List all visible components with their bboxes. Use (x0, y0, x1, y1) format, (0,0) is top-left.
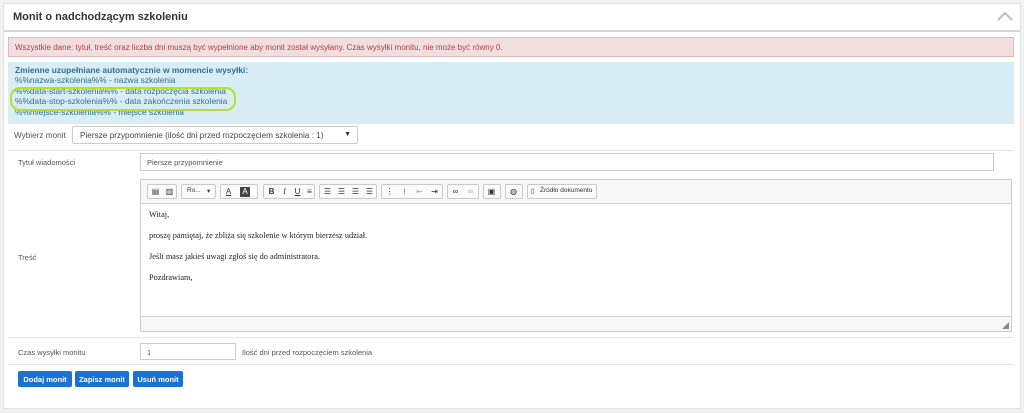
align-justify-icon[interactable]: ☰ (363, 186, 376, 198)
globe-icon[interactable]: ◍ (507, 186, 520, 198)
highlight-annotation (10, 87, 236, 111)
align-left-icon[interactable]: ☰ (321, 186, 334, 198)
globe-group: ◍ (505, 184, 523, 199)
source-button[interactable]: ▯ Źródło dokumentu (527, 184, 597, 199)
list-group: ⋮ ⁝ ⇤ ⇥ (381, 184, 443, 199)
resize-grip-icon[interactable] (1002, 322, 1009, 329)
days-suffix-label: Ilość dni przed rozpoczęciem szkolenia (242, 348, 373, 357)
align-center-icon[interactable]: ☰ (335, 186, 348, 198)
dropdown-caret-icon: ▼ (344, 131, 351, 138)
numbered-list-icon[interactable]: ⋮ (383, 186, 396, 198)
alert-text: Wszystkie dane: tytuł, treść oraz liczba… (15, 43, 503, 52)
days-input-value: 1 (147, 348, 152, 357)
body-line: proszę pamiętaj, że zbliża się szkolenie… (149, 231, 368, 240)
send-time-label: Czas wysyłki monitu (18, 348, 86, 357)
link-group: ∞ ∞ (447, 184, 479, 199)
italic-icon[interactable]: I (278, 186, 291, 198)
required-fields-alert: Wszystkie dane: tytuł, treść oraz liczba… (8, 37, 1014, 57)
image-icon[interactable]: ▣ (485, 186, 498, 198)
reminder-select[interactable]: Piersze przypomnienie (ilość dni przed r… (72, 126, 358, 144)
outdent-icon[interactable]: ⇤ (413, 186, 426, 198)
content-field-label: Treść (18, 253, 37, 262)
divider (8, 337, 1014, 338)
body-line: Jeśli masz jakieś uwagi zgłoś się do adm… (149, 252, 320, 261)
variables-heading: Zmienne uzupełniane automatycznie w mome… (15, 65, 249, 75)
days-input[interactable]: 1 (140, 343, 236, 360)
paste-text-icon[interactable]: ▥ (163, 186, 176, 198)
source-label: Źródło dokumentu (540, 187, 593, 194)
text-color-icon[interactable]: A (222, 186, 235, 198)
panel-title: Monit o nadchodzącym szkoleniu (13, 11, 188, 23)
color-group: A A (220, 184, 258, 199)
body-line: Witaj, (149, 210, 170, 219)
font-caret-icon: ▾ (207, 188, 211, 195)
document-icon: ▯ (531, 188, 535, 195)
rich-text-editor: ▤ ▥ Ro... ▾ A A B I U ≡ ☰ ☰ ☰ ☰ ⋮ ⁝ ⇤ ⇥ (140, 179, 1012, 332)
bullet-list-icon[interactable]: ⁝ (398, 186, 411, 198)
unlink-icon[interactable]: ∞ (464, 186, 477, 198)
bold-icon[interactable]: B (265, 186, 278, 198)
indent-icon[interactable]: ⇥ (428, 186, 441, 198)
delete-reminder-button[interactable]: Usuń monit (133, 371, 183, 387)
title-input[interactable]: Piersze przypomnienie (140, 153, 994, 171)
align-right-icon[interactable]: ☰ (349, 186, 362, 198)
select-reminder-label: Wybierz monit (14, 131, 66, 140)
link-icon[interactable]: ∞ (449, 186, 462, 198)
remove-format-icon[interactable]: ≡ (303, 186, 316, 198)
font-select[interactable]: Ro... ▾ (181, 184, 216, 199)
bg-color-icon[interactable]: A (240, 187, 250, 197)
title-input-value: Piersze przypomnienie (147, 158, 223, 167)
reminder-select-value: Piersze przypomnienie (ilość dni przed r… (80, 131, 324, 140)
editor-footer (141, 316, 1011, 331)
style-group: B I U ≡ (263, 184, 315, 199)
divider (8, 150, 1014, 151)
panel-header: Monit o nadchodzącym szkoleniu (4, 4, 1020, 32)
divider (8, 364, 1014, 365)
title-field-label: Tytuł wiadomości (18, 158, 76, 167)
font-select-value: Ro... (187, 187, 201, 194)
paste-icon[interactable]: ▤ (149, 186, 162, 198)
variable-item: %%nazwa-szkolenia%% - nazwa szkolenia (15, 75, 176, 86)
collapse-chevron-icon[interactable] (996, 8, 1014, 24)
editor-toolbar: ▤ ▥ Ro... ▾ A A B I U ≡ ☰ ☰ ☰ ☰ ⋮ ⁝ ⇤ ⇥ (141, 180, 1011, 204)
add-reminder-button[interactable]: Dodaj monit (18, 371, 72, 387)
align-group: ☰ ☰ ☰ ☰ (319, 184, 377, 199)
body-line: Pozdrawiam, (149, 273, 193, 282)
save-reminder-button[interactable]: Zapisz monit (75, 371, 129, 387)
clipboard-group: ▤ ▥ (147, 184, 177, 199)
image-group: ▣ (483, 184, 501, 199)
